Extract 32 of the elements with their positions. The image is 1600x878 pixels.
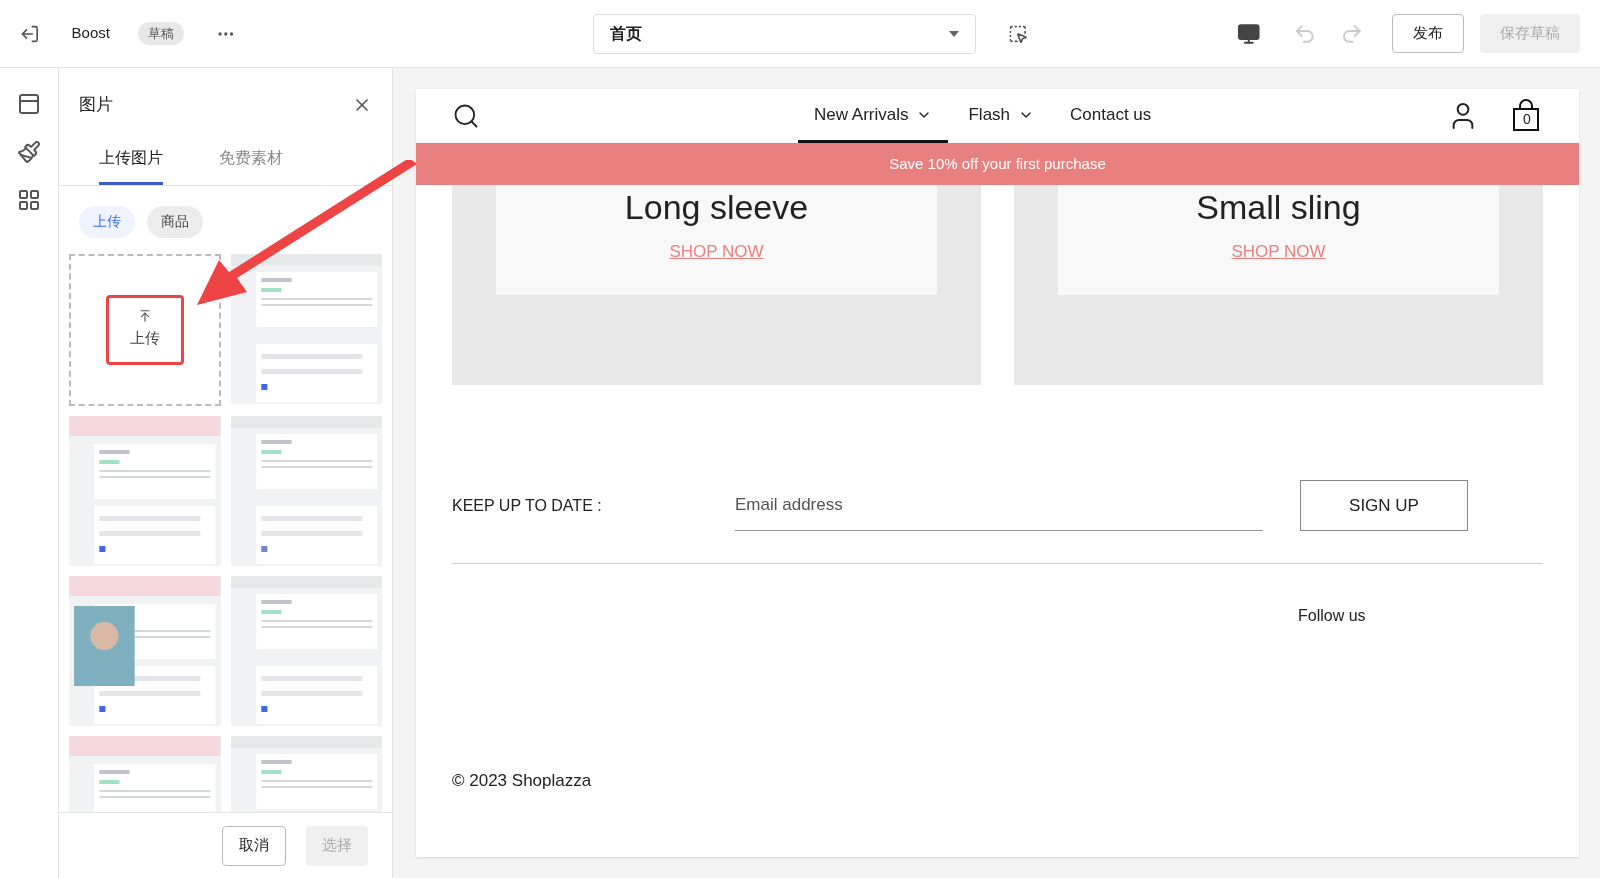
filter-chip[interactable]: 上传: [79, 205, 135, 238]
email-field[interactable]: Email address: [735, 480, 1263, 531]
exit-icon[interactable]: [20, 23, 40, 44]
search-icon[interactable]: [452, 102, 480, 130]
add-block-icon[interactable]: [17, 188, 41, 212]
promo-banner: Save 10% off your first purchase: [416, 143, 1579, 185]
upload-button[interactable]: 上传: [105, 294, 184, 365]
cancel-button[interactable]: 取消: [222, 825, 286, 866]
upload-icon: [137, 309, 152, 324]
app-name: Boost: [71, 23, 110, 44]
collection-title: Long sleeve: [624, 187, 809, 227]
section-icon[interactable]: [17, 92, 41, 116]
panel-title: 图片: [79, 94, 113, 116]
sign-up-button[interactable]: SIGN UP: [1300, 480, 1468, 531]
publish-button[interactable]: 发布: [1392, 14, 1464, 53]
select-tool-icon[interactable]: [1007, 23, 1028, 44]
follow-heading: Follow us: [1298, 606, 1367, 626]
brush-icon[interactable]: [17, 140, 41, 164]
caret-icon: [948, 30, 959, 37]
desktop-icon[interactable]: [1237, 21, 1261, 46]
filter-chip[interactable]: 商品: [147, 205, 203, 238]
tab[interactable]: 上传图片: [99, 145, 163, 185]
page-select[interactable]: 首页: [592, 13, 976, 54]
upload-tile[interactable]: 上传: [69, 253, 221, 406]
status-badge: 草稿: [137, 21, 184, 46]
tab[interactable]: 免费素材: [219, 145, 283, 185]
copyright: © 2023 Shoplazza: [452, 770, 593, 792]
collection-title: Small sling: [1196, 187, 1361, 227]
nav-link[interactable]: Contact us: [1054, 89, 1168, 143]
cart-count: 0: [1523, 110, 1531, 129]
nav-link[interactable]: Flash: [952, 89, 1051, 143]
newsletter-label: KEEP UP TO DATE :: [452, 495, 603, 516]
